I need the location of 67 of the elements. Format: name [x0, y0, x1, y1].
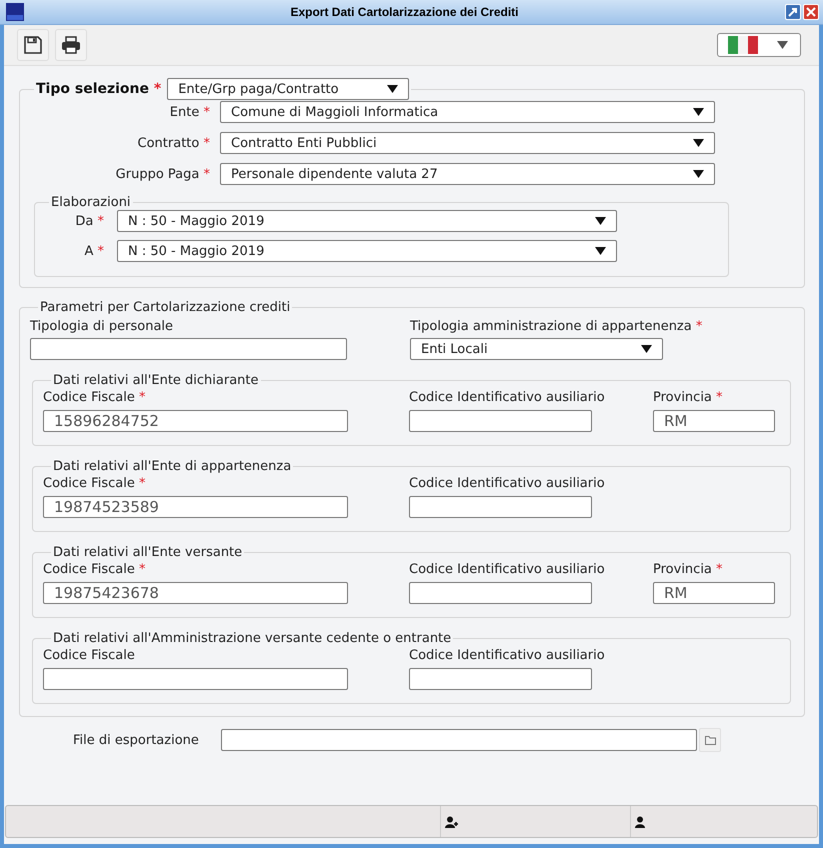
- input-field[interactable]: 19874523589: [43, 496, 348, 518]
- field-label: Codice Fiscale *: [43, 390, 146, 405]
- input-field[interactable]: 15896284752: [43, 410, 348, 432]
- input-field[interactable]: [43, 668, 348, 690]
- field-label: Provincia *: [653, 390, 724, 405]
- printer-icon: [60, 34, 82, 56]
- field-label: Codice Fiscale *: [43, 562, 146, 577]
- field-label: Codice Fiscale *: [43, 476, 146, 491]
- input-field[interactable]: 19875423678: [43, 582, 348, 604]
- field-label: Tipologia amministrazione di appartenenza *: [410, 319, 704, 334]
- input-field[interactable]: [30, 338, 347, 360]
- window-title: Export Dati Cartolarizzazione dei Crediti: [289, 5, 520, 19]
- dropdown[interactable]: Enti Locali: [410, 338, 663, 360]
- restore-button[interactable]: [785, 4, 801, 20]
- field-label: File di esportazione: [73, 732, 200, 748]
- language-selector[interactable]: [717, 33, 801, 57]
- caret-icon: [595, 217, 606, 225]
- input-field[interactable]: RM: [653, 410, 775, 432]
- section-legend: Elaborazioni: [49, 195, 133, 210]
- caret-icon: [777, 41, 788, 49]
- section-legend: Dati relativi all'Ente di appartenenza: [51, 459, 294, 474]
- field-label: Codice Identificativo ausiliario: [409, 562, 606, 577]
- save-button[interactable]: [17, 29, 49, 61]
- user-icon: [635, 816, 645, 828]
- section-legend: Dati relativi all'Ente dichiarante: [51, 373, 261, 388]
- field-label: A *: [83, 244, 104, 258]
- field-label: Codice Fiscale: [43, 648, 136, 663]
- field-label: Tipo selezione *: [36, 81, 162, 97]
- input-field[interactable]: [409, 410, 592, 432]
- caret-icon: [595, 247, 606, 255]
- caret-icon: [693, 170, 704, 178]
- field-label: Provincia *: [653, 562, 724, 577]
- close-icon: [806, 7, 816, 17]
- caret-icon: [387, 85, 398, 93]
- field-label: Tipologia di personale: [30, 319, 174, 334]
- browse-button[interactable]: [699, 728, 721, 752]
- input-field[interactable]: [409, 496, 592, 518]
- field-label: Codice Identificativo ausiliario: [409, 476, 606, 491]
- user-add-icon: [445, 816, 458, 828]
- caret-icon: [641, 345, 652, 353]
- input-field[interactable]: [221, 729, 697, 751]
- print-button[interactable]: [55, 29, 87, 61]
- caret-icon: [693, 108, 704, 116]
- field-label: Gruppo Paga *: [114, 166, 210, 182]
- input-field[interactable]: [409, 668, 592, 690]
- dropdown[interactable]: Comune di Maggioli Informatica: [220, 101, 715, 123]
- input-field[interactable]: RM: [653, 582, 775, 604]
- caret-icon: [693, 139, 704, 147]
- dropdown[interactable]: N : 50 - Maggio 2019: [117, 210, 617, 232]
- field-label: Codice Identificativo ausiliario: [409, 648, 606, 663]
- flag-icon: [728, 36, 758, 54]
- dropdown[interactable]: Ente/Grp paga/Contratto: [167, 78, 410, 100]
- field-label: Ente *: [168, 104, 210, 120]
- app-logo-icon: [6, 3, 24, 21]
- arrow-icon: [788, 7, 798, 17]
- field-label: Codice Identificativo ausiliario: [409, 390, 606, 405]
- field-label: Contratto *: [136, 136, 210, 150]
- dropdown[interactable]: Personale dipendente valuta 27: [220, 163, 715, 185]
- field-label: Da *: [74, 214, 104, 228]
- section-legend: Parametri per Cartolarizzazione crediti: [38, 300, 292, 315]
- close-button[interactable]: [803, 4, 819, 20]
- dropdown[interactable]: Contratto Enti Pubblici: [220, 132, 715, 154]
- section-legend: Dati relativi all'Ente versante: [51, 545, 244, 560]
- folder-icon: [704, 736, 716, 744]
- dropdown[interactable]: N : 50 - Maggio 2019: [117, 240, 617, 262]
- input-field[interactable]: [409, 582, 592, 604]
- section-legend: Dati relativi all'Amministrazione versante cedente o entrante: [51, 631, 454, 646]
